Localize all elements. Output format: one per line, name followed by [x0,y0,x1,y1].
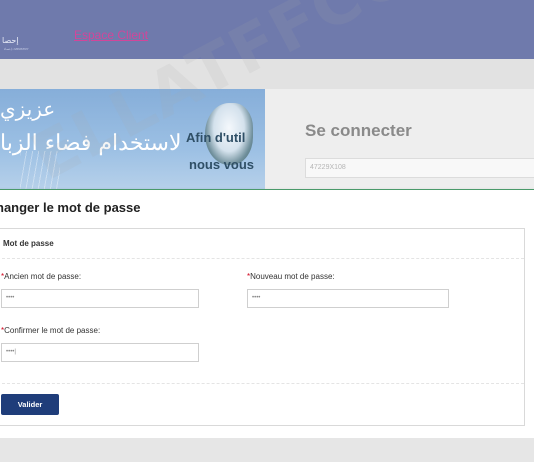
valider-button[interactable]: Valider [1,394,59,415]
promo-banner: عزيزي لاستخدام فضاء الزبا Afin d'util no… [0,89,265,190]
logo-subtext: إحصاء • MINISTRY [4,47,29,51]
nouveau-password-label: *Nouveau mot de passe: [247,272,335,281]
divider [0,383,524,384]
password-fieldset: Mot de passe *Ancien mot de passe: •••• … [0,228,525,426]
ancien-password-label: *Ancien mot de passe: [1,272,81,281]
espace-client-link[interactable]: Espace Client [74,28,148,42]
fieldset-legend: Mot de passe [3,239,54,248]
login-title: Se connecter [305,121,412,140]
login-panel: Se connecter 47229X108 [265,89,534,190]
logo-text: إحصا [2,36,19,45]
divider [0,258,524,259]
banner-arabic-line-1: عزيزي [0,97,56,121]
nouveau-password-label-text: Nouveau mot de passe: [250,272,335,281]
confirm-password-label: *Confirmer le mot de passe: [1,326,100,335]
ancien-password-input[interactable]: •••• [1,289,199,308]
page-footer-strip [0,438,534,462]
change-password-dialog: hanger le mot de passe Mot de passe *Anc… [0,189,534,438]
banner-grass-decoration [20,151,60,190]
confirm-password-label-text: Confirmer le mot de passe: [4,326,101,335]
top-header-bar: إحصا إحصاء • MINISTRY Espace Client [0,0,534,59]
ancien-password-label-text: Ancien mot de passe: [4,272,82,281]
confirm-password-input[interactable]: ••••| [1,343,199,362]
username-input[interactable]: 47229X108 [305,158,534,178]
dialog-title: hanger le mot de passe [0,200,141,215]
logo[interactable]: إحصا إحصاء • MINISTRY [2,36,29,51]
banner-arabic-line-2: لاستخدام فضاء الزبا [0,131,182,156]
nouveau-password-input[interactable]: •••• [247,289,449,308]
background-strip [0,59,534,89]
banner-french-line-2: nous vous [189,157,255,172]
banner-french-line-1: Afin d'util [186,130,246,145]
